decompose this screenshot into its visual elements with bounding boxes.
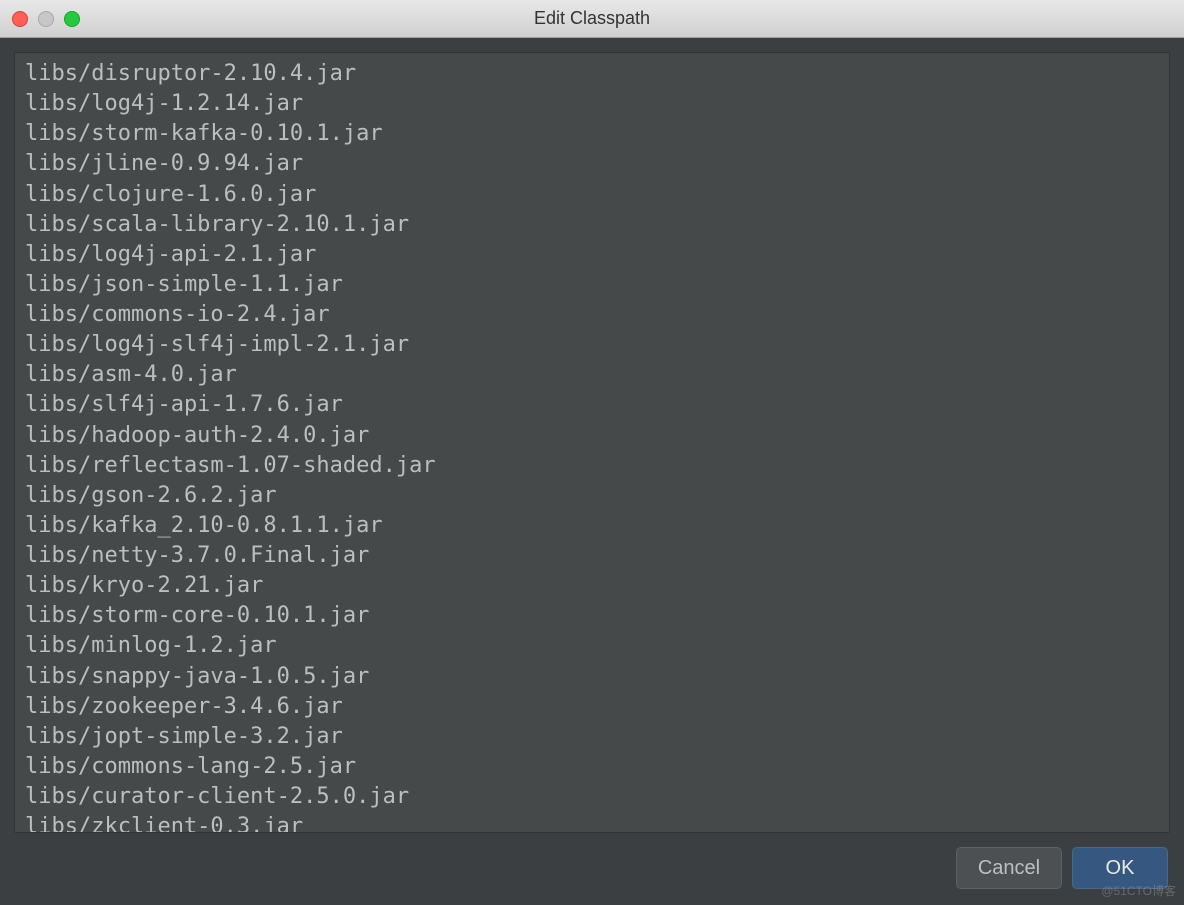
classpath-item[interactable]: libs/jopt-simple-3.2.jar [25,722,1159,752]
classpath-item[interactable]: libs/scala-library-2.10.1.jar [25,210,1159,240]
classpath-item[interactable]: libs/kryo-2.21.jar [25,571,1159,601]
classpath-item[interactable]: libs/zookeeper-3.4.6.jar [25,692,1159,722]
classpath-item[interactable]: libs/log4j-api-2.1.jar [25,240,1159,270]
traffic-lights [12,11,80,27]
classpath-item[interactable]: libs/curator-client-2.5.0.jar [25,782,1159,812]
classpath-list[interactable]: libs/disruptor-2.10.4.jarlibs/log4j-1.2.… [15,53,1169,832]
classpath-item[interactable]: libs/disruptor-2.10.4.jar [25,59,1159,89]
classpath-item[interactable]: libs/log4j-slf4j-impl-2.1.jar [25,330,1159,360]
dialog-buttons: Cancel OK [956,847,1168,889]
classpath-item[interactable]: libs/snappy-java-1.0.5.jar [25,662,1159,692]
ok-button[interactable]: OK [1072,847,1168,889]
classpath-item[interactable]: libs/netty-3.7.0.Final.jar [25,541,1159,571]
classpath-item[interactable]: libs/kafka_2.10-0.8.1.1.jar [25,511,1159,541]
classpath-item[interactable]: libs/json-simple-1.1.jar [25,270,1159,300]
classpath-textarea[interactable]: libs/disruptor-2.10.4.jarlibs/log4j-1.2.… [14,52,1170,833]
window-title: Edit Classpath [0,8,1184,29]
classpath-item[interactable]: libs/reflectasm-1.07-shaded.jar [25,451,1159,481]
classpath-item[interactable]: libs/commons-lang-2.5.jar [25,752,1159,782]
classpath-item[interactable]: libs/zkclient-0.3.jar [25,812,1159,832]
cancel-button[interactable]: Cancel [956,847,1062,889]
close-window-button[interactable] [12,11,28,27]
titlebar: Edit Classpath [0,0,1184,38]
classpath-item[interactable]: libs/slf4j-api-1.7.6.jar [25,390,1159,420]
classpath-item[interactable]: libs/log4j-1.2.14.jar [25,89,1159,119]
classpath-item[interactable]: libs/asm-4.0.jar [25,360,1159,390]
classpath-item[interactable]: libs/hadoop-auth-2.4.0.jar [25,421,1159,451]
classpath-item[interactable]: libs/storm-core-0.10.1.jar [25,601,1159,631]
classpath-item[interactable]: libs/clojure-1.6.0.jar [25,180,1159,210]
minimize-window-button[interactable] [38,11,54,27]
classpath-item[interactable]: libs/jline-0.9.94.jar [25,149,1159,179]
classpath-item[interactable]: libs/storm-kafka-0.10.1.jar [25,119,1159,149]
dialog-body: libs/disruptor-2.10.4.jarlibs/log4j-1.2.… [0,38,1184,905]
classpath-item[interactable]: libs/gson-2.6.2.jar [25,481,1159,511]
maximize-window-button[interactable] [64,11,80,27]
classpath-item[interactable]: libs/commons-io-2.4.jar [25,300,1159,330]
classpath-item[interactable]: libs/minlog-1.2.jar [25,631,1159,661]
